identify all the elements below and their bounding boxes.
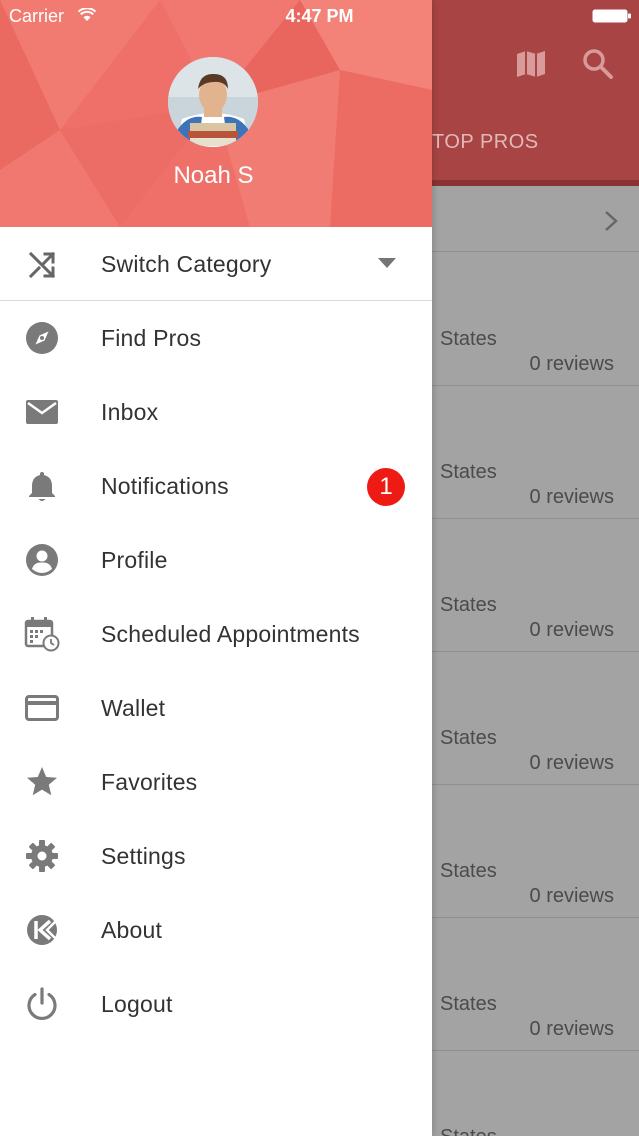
map-icon[interactable]: [516, 50, 546, 78]
drawer-header: Noah S: [0, 0, 432, 227]
menu-item-scheduled-appointments[interactable]: Scheduled Appointments: [0, 597, 432, 671]
menu-item-label: Settings: [101, 843, 186, 869]
pro-reviews: 0 reviews: [529, 885, 614, 907]
menu-item-label: Logout: [101, 991, 173, 1017]
notification-badge: 1: [367, 468, 405, 506]
pro-location: States: [440, 860, 497, 882]
battery-icon: [592, 9, 631, 23]
calendar-clock-icon: [24, 617, 60, 652]
user-photo: [168, 57, 258, 147]
switch-category-label: Switch Category: [101, 251, 272, 277]
pro-location: States: [440, 727, 497, 749]
menu-item-find-pros[interactable]: Find Pros: [0, 301, 432, 375]
status-bar: Carrier 4:47 PM: [0, 0, 639, 34]
pro-reviews: 0 reviews: [529, 486, 614, 508]
tab-top-pros[interactable]: TOP PROS: [432, 131, 539, 154]
menu-item-label: Scheduled Appointments: [101, 621, 360, 647]
caret-down-icon: [378, 258, 396, 268]
chevron-right-icon: [605, 211, 618, 231]
switch-category-dropdown[interactable]: Switch Category: [0, 227, 432, 301]
menu-item-notifications[interactable]: Notifications 1: [0, 449, 432, 523]
user-name: Noah S: [173, 162, 254, 189]
pro-reviews: 0 reviews: [529, 1018, 614, 1040]
menu-item-wallet[interactable]: Wallet: [0, 671, 432, 745]
menu-item-label: Inbox: [101, 399, 159, 425]
menu-item-inbox[interactable]: Inbox: [0, 375, 432, 449]
avatar[interactable]: [168, 57, 258, 147]
shuffle-icon: [28, 251, 56, 279]
pro-reviews: 0 reviews: [529, 353, 614, 375]
app-logo-icon: [27, 915, 57, 945]
status-time: 4:47 PM: [285, 6, 354, 26]
credit-card-icon: [25, 695, 59, 721]
pro-location: States: [440, 461, 497, 483]
gear-icon: [26, 840, 58, 872]
menu-item-label: Favorites: [101, 769, 198, 795]
star-icon: [27, 767, 57, 796]
menu-item-profile[interactable]: Profile: [0, 523, 432, 597]
menu-item-label: Profile: [101, 547, 168, 573]
power-icon: [27, 987, 57, 1020]
bell-icon: [29, 472, 55, 501]
compass-icon: [26, 322, 58, 354]
pro-location: States: [440, 328, 497, 350]
pro-location: States: [440, 993, 497, 1015]
pro-location: States: [440, 1126, 497, 1136]
pro-reviews: 0 reviews: [529, 752, 614, 774]
menu-item-label: About: [101, 917, 163, 943]
menu-item-settings[interactable]: Settings: [0, 819, 432, 893]
menu-item-logout[interactable]: Logout: [0, 967, 432, 1041]
menu-item-label: Find Pros: [101, 325, 202, 351]
navigation-drawer: Noah S Switch Category Find Pros Inbox N…: [0, 0, 432, 1136]
account-circle-icon: [26, 544, 58, 576]
menu-item-label: Wallet: [101, 695, 166, 721]
menu-item-favorites[interactable]: Favorites: [0, 745, 432, 819]
search-icon[interactable]: [582, 48, 614, 80]
menu-item-label: Notifications: [101, 473, 229, 499]
menu-item-about[interactable]: About: [0, 893, 432, 967]
pro-location: States: [440, 594, 497, 616]
mail-icon: [26, 400, 58, 424]
pro-reviews: 0 reviews: [529, 619, 614, 641]
